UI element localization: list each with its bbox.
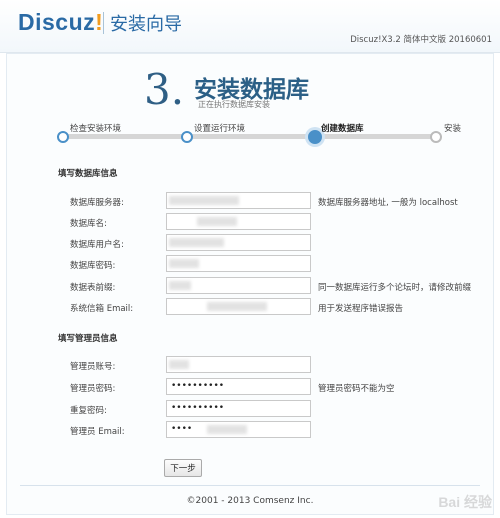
admin-account-label: 管理员账号: [70,362,116,372]
db-section-title: 填写数据库信息 [58,169,118,179]
logo-separator [103,12,104,34]
progress-step-4-label: 安装 [444,124,462,134]
repeat-password-input[interactable]: •••••••••• [166,400,311,417]
admin-password-input[interactable]: •••••••••• [166,378,311,395]
next-step-button[interactable]: 下一步 [164,459,202,477]
progress-track [64,134,438,139]
progress-step-2-dot [181,131,193,143]
db-server-label: 数据库服务器: [70,198,124,208]
progress-step-2-label: 设置运行环境 [194,124,246,134]
footer-divider [20,485,480,486]
db-password-label: 数据库密码: [70,261,116,271]
admin-password-label: 管理员密码: [70,384,116,394]
system-email-label: 系统信箱 Email: [70,304,134,314]
admin-section-title: 填写管理员信息 [58,334,118,344]
db-server-input[interactable] [166,192,311,209]
progress-step-3-label: 创建数据库 [321,124,364,134]
repeat-password-label: 重复密码: [70,406,107,416]
progress-step-4-dot [430,131,442,143]
footer-copyright: ©2001 - 2013 Comsenz Inc. [186,496,314,506]
progress-step-3-dot [308,130,322,144]
admin-account-input[interactable] [166,356,311,373]
system-email-hint: 用于发送程序错误报告 [318,304,404,314]
db-prefix-input[interactable] [166,277,311,294]
db-prefix-label: 数据表前缀: [70,283,116,293]
system-email-input[interactable] [166,298,311,315]
discuz-logo: Discuz! [18,9,104,35]
admin-email-label: 管理员 Email: [70,427,125,437]
db-name-input[interactable] [166,213,311,230]
step-number: 3. [144,65,185,114]
progress-step-1-label: 检查安装环境 [70,124,122,134]
db-prefix-hint: 同一数据库运行多个论坛时，请修改前缀 [318,283,472,293]
admin-password-hint: 管理员密码不能为空 [318,384,395,394]
header-bar: Discuz! 安装向导 Discuz!X3.2 简体中文版 20160601 [0,0,500,53]
progress-step-1-dot [57,131,69,143]
db-password-input[interactable] [166,255,311,272]
baidu-watermark: Bai 经验 [438,494,492,510]
admin-email-input[interactable]: •••• [166,421,311,438]
version-text: Discuz!X3.2 简体中文版 20160601 [350,35,492,45]
db-server-hint: 数据库服务器地址, 一般为 localhost [318,198,458,208]
db-name-label: 数据库名: [70,219,107,229]
db-user-label: 数据库用户名: [70,240,124,250]
header-title: 安装向导 [110,14,182,35]
db-user-input[interactable] [166,234,311,251]
step-subtitle: 正在执行数据库安装 [198,100,270,109]
